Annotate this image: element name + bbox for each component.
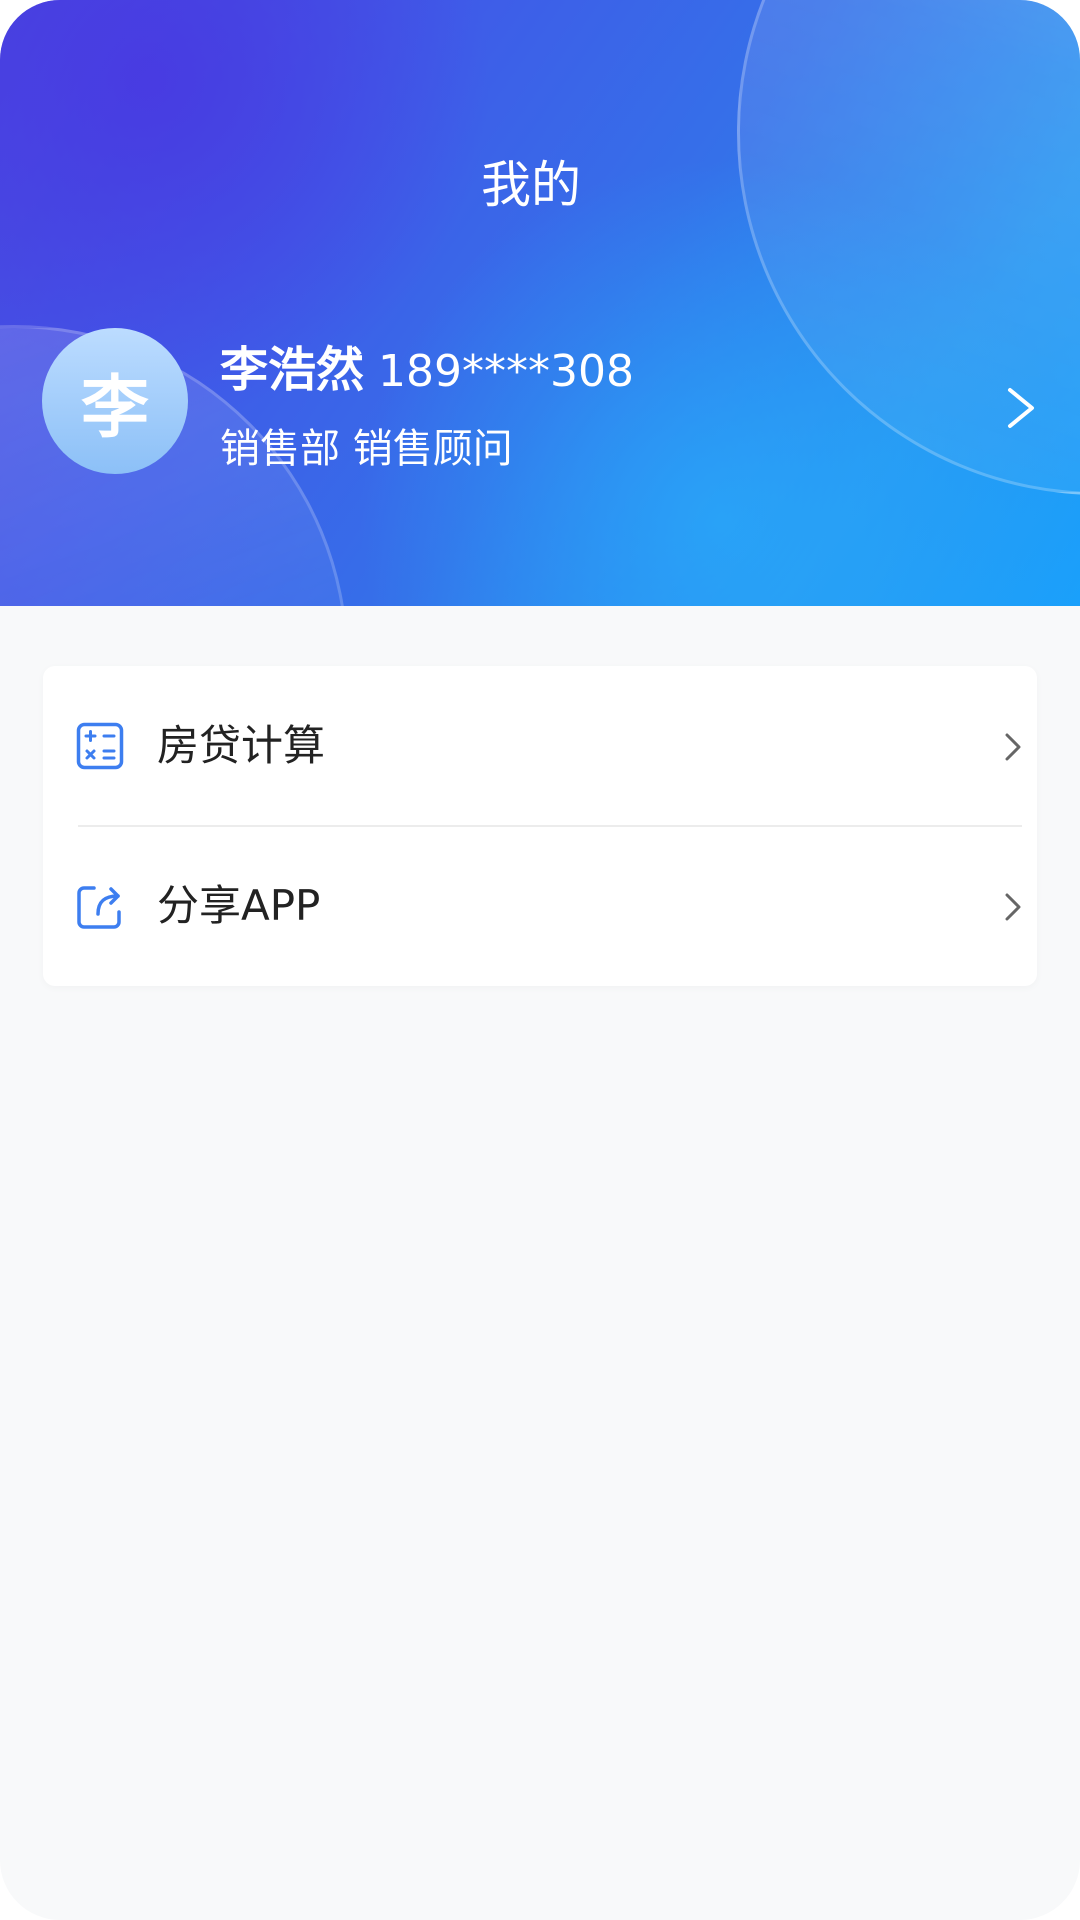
- profile-header: 我的 李 李浩然 189****308 销售部 销售顾问: [0, 0, 1080, 606]
- user-profile-row[interactable]: 李 李浩然 189****308 销售部 销售顾问: [0, 300, 1080, 500]
- menu-item-share-app[interactable]: 分享APP: [43, 826, 1037, 986]
- calculator-icon: [76, 722, 124, 770]
- user-info-line: 李浩然 189****308: [220, 330, 634, 400]
- user-role-line: 销售部 销售顾问: [220, 416, 513, 474]
- menu-item-label: 房贷计算: [157, 721, 326, 770]
- menu-card: 房贷计算 分享APP: [43, 666, 1037, 986]
- avatar: 李: [42, 328, 188, 474]
- user-phone: 189****308: [378, 346, 634, 397]
- chevron-right-icon[interactable]: [1004, 386, 1038, 430]
- user-name: 李浩然: [220, 342, 365, 398]
- user-position: 销售顾问: [352, 426, 513, 472]
- page-title: 我的: [481, 156, 581, 214]
- chevron-right-icon: [1005, 733, 1021, 761]
- user-department: 销售部: [220, 426, 340, 472]
- mine-screen: 我的 李 李浩然 189****308 销售部 销售顾问 房贷计算 分享APP: [0, 0, 1080, 1920]
- share-icon: [77, 886, 121, 929]
- chevron-right-icon: [1005, 893, 1021, 921]
- menu-item-label: 分享APP: [157, 881, 321, 930]
- menu-item-mortgage-calculator[interactable]: 房贷计算: [43, 666, 1037, 826]
